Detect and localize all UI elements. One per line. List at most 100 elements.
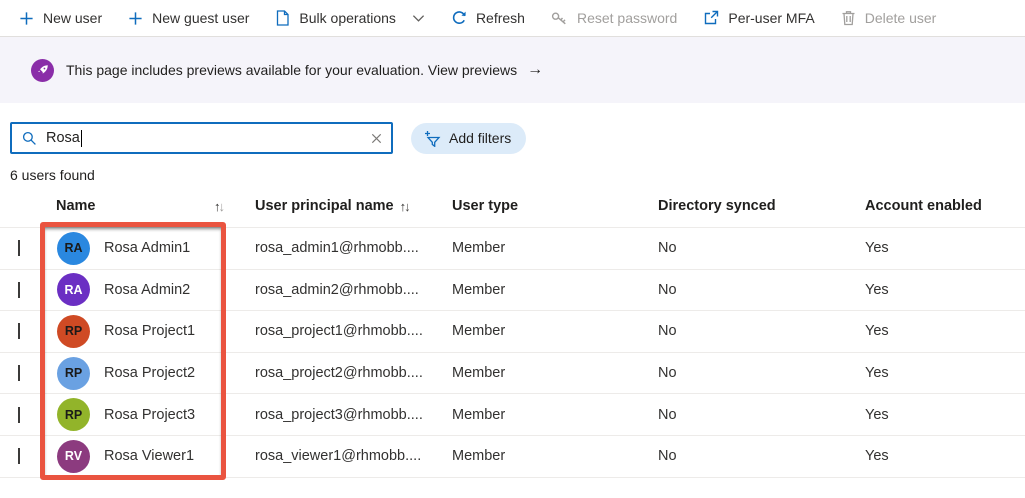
command-bar: New user New guest user Bulk operations … [0, 0, 1025, 37]
user-principal-name: rosa_project2@rhmobb.... [255, 365, 423, 382]
reset-password-button[interactable]: Reset password [538, 0, 690, 36]
user-type: Member [452, 323, 506, 340]
column-header-user-type[interactable]: User type [444, 198, 650, 214]
account-enabled: Yes [865, 240, 889, 257]
toolbar-label: Refresh [475, 10, 525, 26]
user-name-cell[interactable]: RP Rosa Project3 [48, 398, 247, 432]
user-type: Member [452, 448, 506, 465]
table-row[interactable]: RP Rosa Project3 rosa_project3@rhmobb...… [0, 394, 1025, 436]
column-label: Account enabled [865, 198, 982, 214]
directory-synced: No [658, 323, 677, 340]
column-header-upn[interactable]: User principal name ↑↓ [247, 198, 444, 214]
toolbar-label: Per-user MFA [728, 10, 815, 26]
avatar: RP [57, 314, 90, 348]
clear-search-button[interactable] [370, 132, 383, 145]
account-enabled: Yes [865, 448, 889, 465]
avatar: RP [57, 356, 90, 390]
user-principal-name: rosa_project1@rhmobb.... [255, 323, 423, 340]
table-row[interactable]: RA Rosa Admin1 rosa_admin1@rhmobb.... Me… [0, 228, 1025, 270]
row-checkbox[interactable] [18, 240, 20, 257]
column-label: Directory synced [658, 198, 776, 214]
column-header-name[interactable]: Name ↑↓ [48, 198, 247, 214]
rocket-icon [31, 58, 54, 82]
document-icon [275, 10, 290, 26]
add-filters-label: Add filters [449, 130, 512, 146]
user-name-cell[interactable]: RA Rosa Admin1 [48, 231, 247, 265]
account-enabled: Yes [865, 323, 889, 340]
user-name-cell[interactable]: RP Rosa Project2 [48, 356, 247, 390]
delete-user-button[interactable]: Delete user [828, 0, 950, 36]
user-principal-name: rosa_project3@rhmobb.... [255, 406, 423, 423]
add-filters-button[interactable]: Add filters [411, 122, 527, 154]
user-principal-name: rosa_admin2@rhmobb.... [255, 281, 419, 298]
new-guest-user-button[interactable]: New guest user [115, 0, 262, 36]
table-header-row: Name ↑↓ User principal name ↑↓ User type… [0, 185, 1025, 228]
user-name-cell[interactable]: RA Rosa Admin2 [48, 273, 247, 307]
column-label: User principal name [255, 198, 394, 214]
row-checkbox[interactable] [18, 448, 20, 465]
toolbar-label: New user [43, 10, 103, 26]
user-principal-name: rosa_viewer1@rhmobb.... [255, 448, 422, 465]
table-row[interactable]: RA Rosa Admin2 rosa_admin2@rhmobb.... Me… [0, 270, 1025, 312]
user-name[interactable]: Rosa Admin2 [104, 282, 190, 298]
account-enabled: Yes [865, 365, 889, 382]
arrow-right-icon[interactable]: → [527, 61, 543, 79]
plus-icon [19, 11, 34, 26]
per-user-mfa-button[interactable]: Per-user MFA [690, 0, 827, 36]
account-enabled: Yes [865, 281, 889, 298]
directory-synced: No [658, 406, 677, 423]
column-label: Name [56, 198, 96, 214]
avatar: RA [57, 231, 90, 265]
preview-banner: This page includes previews available fo… [0, 37, 1025, 103]
refresh-icon [451, 10, 467, 26]
directory-synced: No [658, 365, 677, 382]
sort-icons: ↑↓ [399, 198, 411, 214]
text-caret [80, 129, 82, 147]
row-checkbox[interactable] [18, 281, 20, 298]
external-link-icon [703, 10, 719, 26]
user-name[interactable]: Rosa Admin1 [104, 240, 190, 256]
refresh-button[interactable]: Refresh [438, 0, 538, 36]
column-header-account-enabled[interactable]: Account enabled [857, 198, 1025, 214]
user-name[interactable]: Rosa Project2 [104, 365, 195, 381]
user-name-cell[interactable]: RV Rosa Viewer1 [48, 439, 247, 473]
add-filter-icon [423, 130, 441, 147]
plus-icon [128, 11, 143, 26]
user-type: Member [452, 365, 506, 382]
user-type: Member [452, 406, 506, 423]
avatar: RA [57, 273, 90, 307]
bulk-operations-button[interactable]: Bulk operations [262, 0, 438, 36]
banner-text[interactable]: This page includes previews available fo… [66, 62, 517, 78]
key-icon [551, 11, 568, 26]
user-name[interactable]: Rosa Project1 [104, 323, 195, 339]
results-count: 6 users found [10, 167, 95, 183]
avatar: RV [57, 439, 90, 473]
search-value: Rosa [46, 130, 80, 146]
user-type: Member [452, 281, 506, 298]
directory-synced: No [658, 240, 677, 257]
user-principal-name: rosa_admin1@rhmobb.... [255, 240, 419, 257]
user-name[interactable]: Rosa Project3 [104, 407, 195, 423]
row-checkbox[interactable] [18, 406, 20, 423]
account-enabled: Yes [865, 406, 889, 423]
table-row[interactable]: RV Rosa Viewer1 rosa_viewer1@rhmobb.... … [0, 436, 1025, 478]
directory-synced: No [658, 281, 677, 298]
toolbar-label: Reset password [576, 10, 678, 26]
user-type: Member [452, 240, 506, 257]
trash-icon [841, 10, 856, 26]
column-label: User type [452, 198, 519, 214]
new-user-button[interactable]: New user [6, 0, 115, 36]
table-row[interactable]: RP Rosa Project2 rosa_project2@rhmobb...… [0, 353, 1025, 395]
search-icon [22, 131, 37, 146]
row-checkbox[interactable] [18, 323, 20, 340]
user-name-cell[interactable]: RP Rosa Project1 [48, 314, 247, 348]
user-name[interactable]: Rosa Viewer1 [104, 448, 194, 464]
toolbar-label: New guest user [152, 10, 250, 26]
toolbar-label: Bulk operations [299, 10, 396, 26]
column-header-directory-synced[interactable]: Directory synced [650, 198, 857, 214]
toolbar-label: Delete user [864, 10, 937, 26]
sort-icons: ↑↓ [214, 198, 225, 214]
search-input[interactable]: Rosa [10, 122, 393, 154]
row-checkbox[interactable] [18, 365, 20, 382]
table-row[interactable]: RP Rosa Project1 rosa_project1@rhmobb...… [0, 311, 1025, 353]
